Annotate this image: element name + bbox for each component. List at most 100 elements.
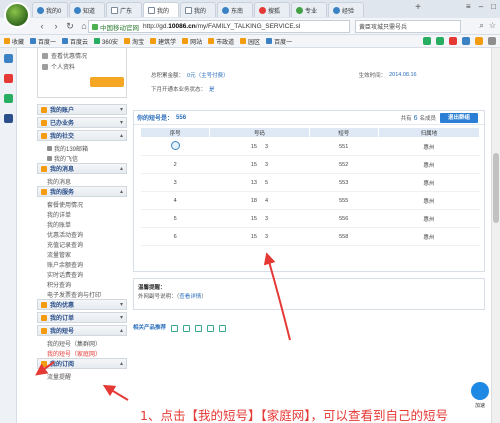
browser-tab[interactable]: 知道	[69, 2, 105, 17]
section-icon	[41, 132, 47, 139]
browser-tab[interactable]: 广东	[106, 2, 142, 17]
effective-value: 2014.08.16	[389, 72, 417, 78]
edit-icon[interactable]	[207, 325, 214, 332]
maximize-icon[interactable]: □	[491, 2, 496, 11]
search-icon[interactable]: ⌕	[479, 21, 483, 31]
exit-group-button[interactable]: 退出群组	[440, 113, 478, 123]
menu-item[interactable]: 我的账单	[37, 219, 127, 229]
menu-section-messages[interactable]: 我的消息 ▴	[37, 163, 127, 174]
bookmark-item[interactable]: 园区	[240, 37, 260, 46]
tab-favicon-icon	[185, 6, 192, 14]
bookmark-item[interactable]: 百度一	[30, 37, 56, 46]
browser-tab-active[interactable]: 我的	[143, 2, 179, 17]
extension-icon[interactable]	[462, 37, 470, 45]
sidebar-link[interactable]: 个人资料	[42, 61, 122, 72]
accelerator-icon	[471, 382, 489, 400]
bookmark-item[interactable]: 360安	[94, 37, 118, 46]
browser-tab[interactable]: 专业	[291, 2, 327, 17]
menu-section-orders[interactable]: 我的订单 ▾	[37, 312, 127, 323]
menu-item[interactable]: 我的飞信	[37, 153, 127, 163]
side-star-icon[interactable]	[4, 54, 13, 63]
menu-item[interactable]: 优惠活动查询	[37, 229, 127, 239]
browser-tab[interactable]: 东南	[217, 2, 253, 17]
menu-section-services[interactable]: 我的服务 ▴	[37, 186, 127, 197]
menu-item[interactable]: 我的详单	[37, 209, 127, 219]
menu-item[interactable]: 实时话费查询	[37, 269, 127, 279]
sidebar-link[interactable]: 查看优惠情况	[42, 50, 122, 61]
row-number: 13 5	[209, 173, 310, 192]
row-region: 惠州	[378, 137, 480, 156]
extension-icon[interactable]	[436, 37, 444, 45]
bookmark-item[interactable]: 收藏	[4, 37, 24, 46]
page-scrollbar[interactable]	[491, 48, 500, 423]
bookmark-item[interactable]: 市政道	[208, 37, 234, 46]
search-input[interactable]: 黄臣攻城只需号兵	[355, 20, 461, 33]
browser-tab[interactable]: 我的	[180, 2, 216, 17]
tab-strip: 我的0 知道 广东 我的 我的 东南 搜狐 专业 经验	[32, 2, 364, 17]
bookmark-item[interactable]: 网站	[182, 37, 202, 46]
bookmark-item[interactable]: 百度云	[62, 37, 88, 46]
extension-icon[interactable]	[488, 37, 496, 45]
minimize-icon[interactable]: –	[479, 2, 483, 11]
menu-section-social[interactable]: 我的社交 ▴	[37, 130, 127, 141]
bookmark-item[interactable]: 百度一	[266, 37, 292, 46]
row-region: 惠州	[378, 155, 480, 174]
menu-item[interactable]: 我的139邮箱	[37, 143, 127, 153]
copy-icon[interactable]	[171, 325, 178, 332]
member-count: 共有 6 名成员	[400, 114, 436, 122]
floating-accelerator-widget[interactable]: 加速	[466, 380, 494, 420]
menu-section-short-number[interactable]: 我的短号 ▴	[37, 325, 127, 336]
section-icon	[41, 301, 47, 308]
bookmark-item[interactable]: 淘宝	[124, 37, 144, 46]
side-notes-icon[interactable]	[4, 114, 13, 123]
crop-icon[interactable]	[183, 325, 190, 332]
new-tab-button[interactable]: +	[412, 2, 424, 13]
menu-item[interactable]: 套餐使用情况	[37, 199, 127, 209]
refresh-icon[interactable]: ↻	[64, 21, 76, 32]
details-link[interactable]: 查看详情	[179, 294, 201, 300]
side-mail-icon[interactable]	[4, 94, 13, 103]
menu-item-family-network[interactable]: 我的短号（家庭网）	[37, 348, 127, 358]
notice-title: 温馨提醒：	[138, 285, 166, 291]
row-index	[140, 137, 210, 156]
menu-item[interactable]: 我的消息	[37, 176, 127, 186]
menu-section-offers[interactable]: 我的优惠 ▾	[37, 299, 127, 310]
next-month-label: 下月开通本业务状态：	[151, 87, 207, 93]
extension-icon[interactable]	[475, 37, 483, 45]
tab-favicon-icon	[259, 6, 266, 14]
browser-tab[interactable]: 搜狐	[254, 2, 290, 17]
side-weibo-icon[interactable]	[4, 74, 13, 83]
settings-icon[interactable]	[219, 325, 226, 332]
extension-icon[interactable]	[423, 37, 431, 45]
menu-item[interactable]: 电子发票查询与打印	[37, 289, 127, 299]
menu-item[interactable]: 流量提醒	[37, 371, 127, 381]
chevron-up-icon: ▴	[119, 328, 123, 334]
star-icon[interactable]: ☆	[489, 21, 496, 31]
chevron-down-icon: ▾	[119, 107, 123, 113]
menu-item[interactable]: 积分查询	[37, 279, 127, 289]
table-row: 5 15 3 556 惠州	[140, 209, 480, 228]
menu-section-subscriptions[interactable]: 我的订阅 ▴	[37, 358, 127, 369]
menu-item[interactable]: 充值记录查询	[37, 239, 127, 249]
browser-tab[interactable]: 经验	[328, 2, 364, 17]
expand-icon[interactable]	[195, 325, 202, 332]
extension-icon[interactable]	[449, 37, 457, 45]
browser-tab-bar: 我的0 知道 广东 我的 我的 东南 搜狐 专业 经验 + ≡ – □	[0, 0, 500, 28]
row-region: 惠州	[378, 227, 480, 246]
menu-item-group-network[interactable]: 我的短号（集群网）	[37, 338, 127, 348]
menu-item[interactable]: 流量管家	[37, 249, 127, 259]
section-icon	[41, 165, 47, 172]
menu-item[interactable]: 账户余额查询	[37, 259, 127, 269]
menu-section-business[interactable]: 已办业务 ▾	[37, 117, 127, 128]
orange-action-button[interactable]	[90, 77, 124, 87]
back-icon[interactable]: ‹	[36, 21, 48, 31]
url-input[interactable]: 中国移动官网 http://gd.10086.cn/my/FAMILY_TALK…	[88, 20, 350, 33]
menu-section-account[interactable]: 我的账户 ▾	[37, 104, 127, 115]
scrollbar-thumb[interactable]	[493, 153, 499, 223]
menu-icon[interactable]: ≡	[466, 2, 471, 11]
browser-tab[interactable]: 我的0	[32, 2, 68, 17]
chevron-down-icon: ▾	[119, 120, 123, 126]
user-avatar[interactable]	[4, 2, 30, 28]
bookmark-item[interactable]: 建筑学	[150, 37, 176, 46]
forward-icon[interactable]: ›	[50, 21, 62, 31]
